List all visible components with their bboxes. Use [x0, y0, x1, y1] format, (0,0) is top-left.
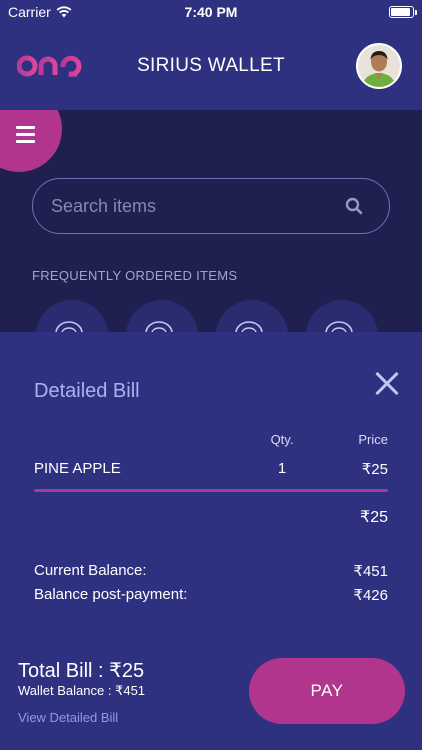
bill-item-price: ₹25 — [361, 461, 388, 478]
frequent-item[interactable] — [126, 300, 198, 332]
pay-button[interactable]: PAY — [249, 658, 405, 724]
menu-bar — [16, 126, 35, 129]
menu-bar — [16, 133, 35, 136]
hamburger-menu-icon — [16, 126, 35, 147]
close-icon[interactable] — [374, 370, 400, 396]
bill-item-qty: 1 — [277, 460, 287, 477]
food-icon — [145, 321, 173, 332]
bill-subtotal: ₹25 — [360, 509, 388, 526]
qty-column-header: Qty. — [270, 432, 294, 447]
frequently-ordered-label: FREQUENTLY ORDERED ITEMS — [32, 268, 238, 283]
user-avatar-icon — [358, 45, 400, 87]
frequent-item[interactable] — [216, 300, 288, 332]
frequent-item[interactable] — [36, 300, 108, 332]
menu-bar — [16, 140, 35, 143]
bill-divider — [34, 489, 388, 492]
current-balance-label: Current Balance: — [34, 562, 147, 579]
view-detailed-bill-link[interactable]: View Detailed Bill — [18, 710, 118, 725]
frequent-item[interactable] — [306, 300, 378, 332]
search-input[interactable] — [51, 179, 331, 233]
frequently-ordered-list — [36, 300, 378, 332]
clock: 7:40 PM — [184, 4, 238, 20]
current-balance-value: ₹451 — [353, 563, 388, 580]
user-avatar[interactable] — [356, 43, 402, 89]
post-payment-value: ₹426 — [353, 587, 388, 604]
price-column-header: Price — [358, 432, 388, 447]
search-icon[interactable] — [345, 197, 363, 215]
bill-title: Detailed Bill — [34, 380, 140, 402]
battery-group — [389, 6, 417, 18]
food-icon — [235, 321, 263, 332]
battery-fill — [391, 8, 410, 16]
search-box[interactable] — [32, 178, 390, 234]
battery-icon — [389, 6, 417, 18]
app-header: SIRIUS WALLET — [0, 24, 422, 110]
wallet-balance: Wallet Balance : ₹451 — [18, 683, 146, 698]
detailed-bill-sheet: Detailed Bill Qty. Price PINE APPLE 1 ₹2… — [0, 332, 422, 750]
food-icon — [55, 321, 83, 332]
total-bill: Total Bill : ₹25 — [18, 660, 145, 682]
menu-button[interactable] — [0, 110, 62, 172]
status-bar: Carrier 7:40 PM — [0, 0, 422, 24]
main-content: FREQUENTLY ORDERED ITEMS — [0, 110, 422, 332]
food-icon — [325, 321, 353, 332]
bill-item-name: PINE APPLE — [34, 460, 121, 477]
post-payment-label: Balance post-payment: — [34, 586, 188, 603]
